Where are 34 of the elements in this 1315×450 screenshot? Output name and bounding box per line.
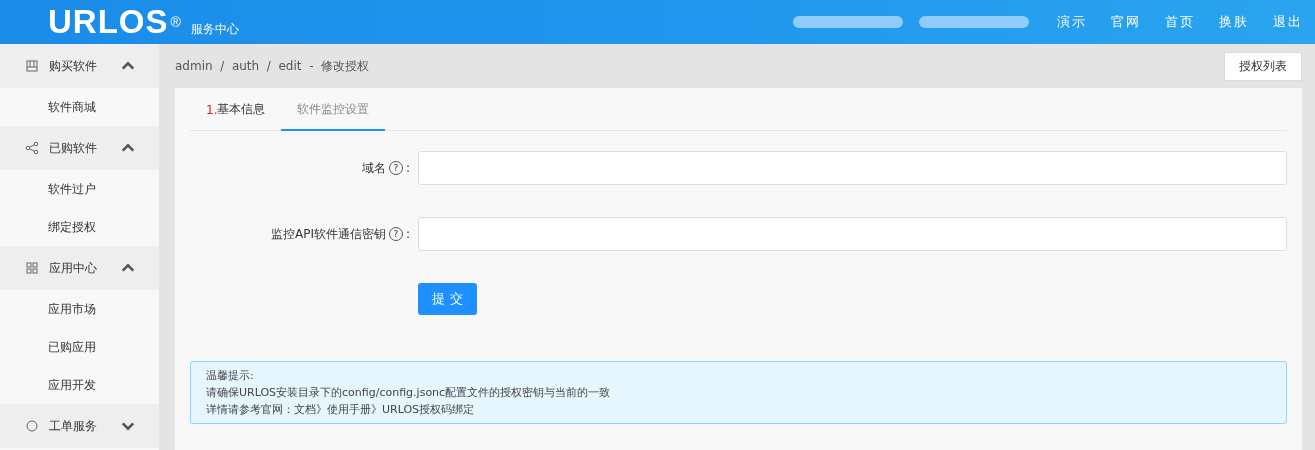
field-label: 监控API软件通信密钥 bbox=[270, 225, 386, 243]
list-button[interactable]: 授权列表 bbox=[1224, 51, 1302, 81]
colon: : bbox=[405, 227, 410, 241]
share-icon bbox=[25, 141, 39, 155]
logo-text: URLOS bbox=[48, 3, 169, 41]
grid-icon bbox=[25, 261, 39, 275]
notice-text: 温馨提示: bbox=[206, 368, 255, 384]
sidebar-item[interactable]: 应用市场 bbox=[0, 290, 159, 328]
breadcrumb: admin / auth / edit - 修改授权 bbox=[175, 57, 370, 75]
sidebar-item[interactable]: 软件过户 bbox=[0, 170, 159, 208]
sidebar-group[interactable]: 已购软件 bbox=[0, 126, 159, 170]
sidebar-group[interactable]: 购买软件 bbox=[0, 44, 159, 88]
sidebar-group[interactable]: 工单服务 bbox=[0, 404, 159, 448]
sidebar-item[interactable]: 绑定授权 bbox=[0, 208, 159, 246]
sidebar-item[interactable]: 应用开发 bbox=[0, 366, 159, 404]
input-field[interactable] bbox=[418, 217, 1287, 251]
field-label: 域名 bbox=[361, 159, 386, 177]
input-field[interactable] bbox=[418, 151, 1287, 185]
sidebar-item[interactable]: 软件商城 bbox=[0, 88, 159, 126]
sidebar-group[interactable]: 应用中心 bbox=[0, 246, 159, 290]
layout-icon bbox=[25, 59, 39, 73]
header-subtitle: 服务中心 bbox=[190, 20, 239, 38]
registered-mark: ® bbox=[170, 14, 181, 30]
tab[interactable]: 1.基本信息 bbox=[190, 90, 282, 131]
notice-text: 详情请参考官网：文档》使用手册》URLOS授权码绑定 bbox=[206, 402, 476, 418]
tab[interactable]: 软件监控设置 bbox=[281, 90, 386, 131]
sidebar-item[interactable]: 已购应用 bbox=[0, 328, 159, 366]
group-label: 购买软件 bbox=[49, 57, 98, 75]
group-label: 应用中心 bbox=[49, 259, 98, 277]
group-label: 已购软件 bbox=[49, 139, 98, 157]
circle-icon bbox=[25, 419, 39, 433]
group-label: 工单服务 bbox=[49, 417, 98, 435]
colon: : bbox=[405, 161, 410, 175]
notice-text: 请确保URLOS安装目录下的config/config.jsonc配置文件的授权密钥与当前的一致 bbox=[206, 385, 612, 401]
